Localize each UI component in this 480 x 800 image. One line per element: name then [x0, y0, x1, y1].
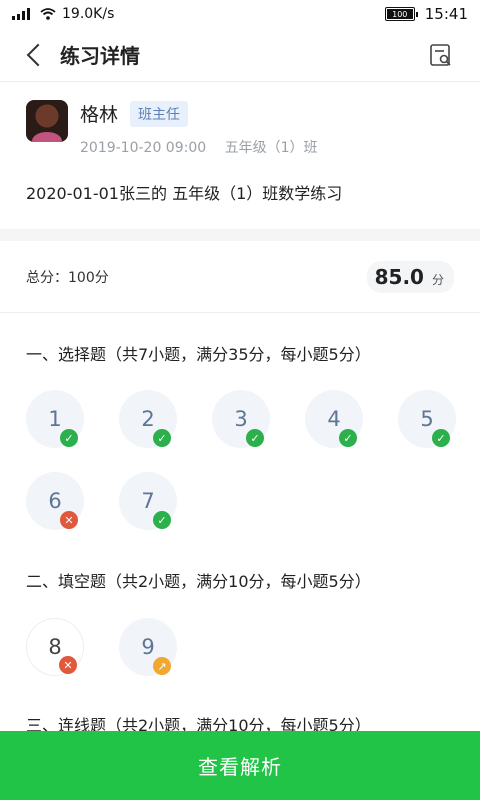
question-button-7[interactable]: 7 ✓	[119, 472, 177, 530]
question-number: 6	[48, 489, 62, 513]
score-row: 总分：100分 85.0 分	[0, 241, 480, 313]
section-title-fill-blank: 二、填空题（共2小题，满分10分，每小题5分）	[26, 572, 371, 591]
signal-icon	[12, 8, 30, 20]
avatar	[26, 100, 68, 142]
score-unit: 分	[431, 272, 444, 287]
teacher-card: 格林 班主任 2019-10-20 09:00 五年级（1）班	[26, 100, 318, 157]
cross-icon: ✕	[60, 511, 78, 529]
section-title-choice: 一、选择题（共7小题，满分35分，每小题5分）	[26, 345, 371, 364]
clock: 15:41	[424, 5, 468, 23]
page-title: 练习详情	[60, 44, 140, 68]
question-number: 1	[48, 407, 62, 431]
wifi-icon	[40, 8, 56, 20]
question-number: 5	[420, 407, 434, 431]
check-icon: ✓	[432, 429, 450, 447]
check-icon: ✓	[153, 429, 171, 447]
question-button-2[interactable]: 2 ✓	[119, 390, 177, 448]
question-button-3[interactable]: 3 ✓	[212, 390, 270, 448]
assignment-title: 2020-01-01张三的 五年级（1）班数学练习	[26, 184, 343, 203]
partial-icon: ↗	[153, 657, 171, 675]
question-number: 3	[234, 407, 248, 431]
question-number: 9	[141, 635, 155, 659]
question-button-4[interactable]: 4 ✓	[305, 390, 363, 448]
check-icon: ✓	[60, 429, 78, 447]
divider	[0, 229, 480, 241]
total-score-label: 总分：100分	[26, 269, 109, 286]
view-analysis-button[interactable]: 查看解析	[0, 731, 480, 800]
assignment-meta: 2019-10-20 09:00 五年级（1）班	[80, 137, 318, 157]
question-button-1[interactable]: 1 ✓	[26, 390, 84, 448]
question-number: 8	[48, 635, 62, 659]
search-document-icon[interactable]	[428, 42, 454, 68]
role-badge: 班主任	[130, 100, 189, 127]
back-icon[interactable]	[24, 44, 46, 66]
check-icon: ✓	[153, 511, 171, 529]
publish-datetime: 2019-10-20 09:00	[80, 140, 207, 156]
cross-icon: ✕	[59, 656, 77, 674]
question-button-8[interactable]: 8 ✕	[26, 618, 84, 676]
question-button-5[interactable]: 5 ✓	[398, 390, 456, 448]
question-number: 2	[141, 407, 155, 431]
question-number: 7	[141, 489, 155, 513]
class-name: 五年级（1）班	[224, 140, 318, 156]
nav-bar: 练习详情	[0, 28, 480, 82]
score-badge: 85.0 分	[366, 260, 454, 293]
question-button-6[interactable]: 6 ✕	[26, 472, 84, 530]
check-icon: ✓	[339, 429, 357, 447]
check-icon: ✓	[246, 429, 264, 447]
battery-level: 100	[392, 9, 408, 19]
question-button-9[interactable]: 9 ↗	[119, 618, 177, 676]
net-speed: 19.0K/s	[62, 6, 115, 22]
score-value: 85.0	[374, 264, 424, 289]
status-bar: 19.0K/s 100 15:41	[0, 0, 480, 28]
question-number: 4	[327, 407, 341, 431]
teacher-name: 格林	[80, 104, 119, 126]
battery-icon: 100	[384, 7, 418, 21]
